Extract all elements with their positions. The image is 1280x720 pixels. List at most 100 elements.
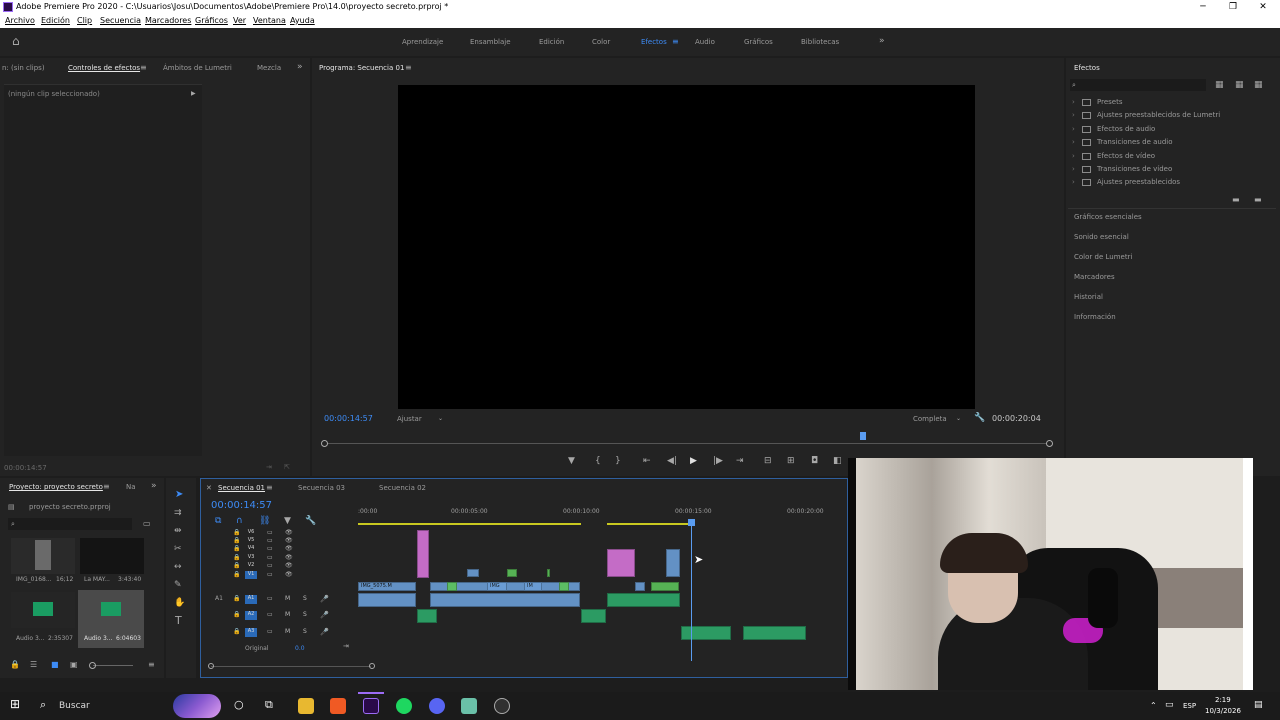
program-menu-icon[interactable]: ≡: [405, 63, 412, 73]
timeline-playhead[interactable]: [691, 519, 692, 661]
clock-date[interactable]: 10/3/2026: [1205, 707, 1241, 715]
cortana-icon[interactable]: ○: [234, 699, 244, 710]
track-eye-icon[interactable]: 👁: [285, 529, 293, 536]
maximize-button[interactable]: ❐: [1218, 0, 1248, 15]
track-eye-icon[interactable]: 👁: [285, 571, 293, 578]
go-to-out-icon[interactable]: ⇥: [736, 456, 744, 466]
new-bin-folder-icon[interactable]: ▭: [143, 519, 151, 529]
freeform-view-icon[interactable]: ▣: [70, 660, 78, 670]
spotify-icon[interactable]: [396, 698, 412, 714]
lock-icon[interactable]: 🔒: [10, 660, 20, 670]
brave-icon[interactable]: [330, 698, 346, 714]
yuv-effects-icon[interactable]: ▦: [1254, 80, 1263, 90]
panel-essential-graphics[interactable]: Gráficos esenciales: [1074, 213, 1142, 221]
track-mic-icon[interactable]: 🎤: [320, 611, 329, 619]
extract-icon[interactable]: ⊞: [787, 456, 795, 466]
program-scrubber-track[interactable]: [324, 443, 1050, 444]
scrubber-end-handle[interactable]: [1046, 440, 1053, 447]
workspace-audio[interactable]: Audio: [695, 38, 715, 46]
track-solo-button[interactable]: S: [303, 611, 307, 618]
track-select-tool-icon[interactable]: ⇉: [174, 508, 182, 518]
track-lock-icon[interactable]: 🔒: [233, 562, 240, 569]
play-icon[interactable]: ▶: [690, 456, 697, 466]
workspace-ensamblaje[interactable]: Ensamblaje: [470, 38, 511, 46]
hand-tool-icon[interactable]: ✋: [174, 598, 185, 608]
selection-tool-icon[interactable]: ➤: [175, 490, 183, 500]
windows-start-icon[interactable]: ⊞: [10, 698, 20, 710]
program-current-timecode[interactable]: 00:00:14:57: [324, 414, 373, 423]
timeline-clip[interactable]: [743, 626, 806, 640]
track-label-a1[interactable]: A1: [245, 595, 257, 604]
razor-tool-icon[interactable]: ✂: [174, 544, 182, 554]
track-label-v5[interactable]: V5: [245, 537, 257, 545]
step-back-icon[interactable]: ◀|: [667, 456, 677, 466]
task-view-icon[interactable]: ⧉: [265, 699, 273, 710]
effects-search-input[interactable]: [1070, 79, 1206, 91]
panel-lumetri-color[interactable]: Color de Lumetri: [1074, 253, 1132, 261]
menu-clip[interactable]: Clip: [77, 16, 92, 25]
tab-effect-controls[interactable]: Controles de efectos: [68, 64, 140, 72]
sequence-menu-icon[interactable]: ≡: [266, 483, 273, 493]
panel-info[interactable]: Información: [1074, 313, 1116, 321]
panel-menu-icon[interactable]: ≡: [140, 63, 147, 73]
timeline-clip[interactable]: [681, 626, 731, 640]
thumb-la-may[interactable]: [80, 538, 144, 574]
go-to-end-icon[interactable]: ⇥: [343, 641, 349, 651]
timeline-clip[interactable]: [417, 530, 429, 578]
panel-history[interactable]: Historial: [1074, 293, 1103, 301]
menu-ventana[interactable]: Ventana: [253, 16, 286, 25]
fit-dropdown[interactable]: Ajustar: [397, 415, 422, 423]
track-eye-icon[interactable]: 👁: [285, 545, 293, 552]
track-lock-icon[interactable]: 🔒: [233, 545, 240, 552]
track-sync-icon[interactable]: ▭: [267, 571, 273, 578]
project-settings-icon[interactable]: ≡: [148, 660, 155, 670]
timeline-clip[interactable]: IMG_5075.M: [358, 582, 416, 591]
mix-value[interactable]: 0.0: [295, 645, 305, 652]
timeline-clip[interactable]: [358, 593, 416, 607]
workspace-menu-icon[interactable]: ≡: [672, 37, 679, 47]
timeline-clip[interactable]: [559, 582, 569, 591]
close-tab-icon[interactable]: ✕: [206, 483, 212, 493]
tab-lumetri-scopes[interactable]: Ámbitos de Lumetri: [163, 64, 232, 72]
scrubber-start-handle[interactable]: [321, 440, 328, 447]
track-mute-button[interactable]: M: [285, 628, 290, 635]
tray-arrow-icon[interactable]: ⌃: [1150, 701, 1157, 711]
menu-ver[interactable]: Ver: [233, 16, 246, 25]
zoom-slider[interactable]: [93, 665, 133, 666]
timeline-clip[interactable]: [651, 582, 679, 591]
step-forward-icon[interactable]: |▶: [713, 456, 723, 466]
mark-in-icon[interactable]: {: [595, 456, 601, 466]
file-explorer-icon[interactable]: [298, 698, 314, 714]
taskbar-search[interactable]: Buscar: [59, 701, 90, 711]
nest-icon[interactable]: ⧉: [215, 516, 221, 526]
track-sync-icon[interactable]: ▭: [267, 545, 273, 552]
track-sync-icon[interactable]: ▭: [267, 611, 273, 618]
tab-source[interactable]: n: (sin clips): [2, 64, 45, 72]
panel-markers[interactable]: Marcadores: [1074, 273, 1115, 281]
project-menu-icon[interactable]: ≡: [103, 482, 110, 492]
program-video-frame[interactable]: [398, 85, 975, 409]
comparison-view-icon[interactable]: ◧: [833, 456, 842, 466]
slip-tool-icon[interactable]: ↔: [174, 562, 182, 572]
track-sync-icon[interactable]: ▭: [267, 537, 273, 544]
timeline-clip[interactable]: [447, 582, 457, 591]
lift-icon[interactable]: ⊟: [764, 456, 772, 466]
workspace-bibliotecas[interactable]: Bibliotecas: [801, 38, 839, 46]
discord-icon[interactable]: [429, 698, 445, 714]
track-lock-icon[interactable]: 🔒: [233, 611, 240, 618]
track-label-v6[interactable]: V6: [245, 529, 257, 537]
track-mute-button[interactable]: M: [285, 611, 290, 618]
track-sync-icon[interactable]: ▭: [267, 628, 273, 635]
track-lock-icon[interactable]: 🔒: [233, 529, 240, 536]
timeline-zoom-end[interactable]: [369, 663, 375, 669]
track-lock-icon[interactable]: 🔒: [233, 595, 240, 602]
timeline-clip[interactable]: [507, 569, 517, 577]
clock-time[interactable]: 2:19: [1215, 696, 1231, 704]
track-sync-icon[interactable]: ▭: [267, 562, 273, 569]
timeline-timecode[interactable]: 00:00:14:57: [211, 500, 272, 511]
work-area-bar-1[interactable]: [358, 523, 581, 525]
track-mute-button[interactable]: M: [285, 595, 290, 602]
language-indicator[interactable]: ESP: [1183, 702, 1196, 710]
track-label-a3[interactable]: A3: [245, 628, 257, 637]
wrench-icon[interactable]: 🔧: [974, 413, 985, 423]
